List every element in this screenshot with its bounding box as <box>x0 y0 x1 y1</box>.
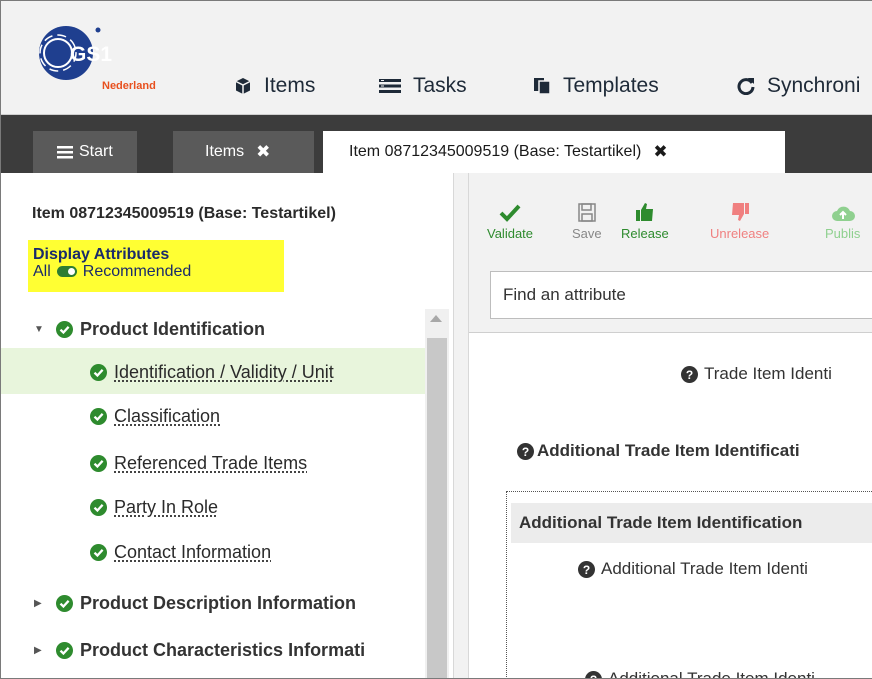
nav-tasks[interactable]: Tasks <box>379 71 467 101</box>
caret-right-icon[interactable]: ▶ <box>34 645 48 656</box>
tab-items[interactable]: Items ✖ <box>173 131 314 173</box>
tree-item-party-in-role[interactable]: Party In Role <box>90 492 218 522</box>
svg-text:?: ? <box>590 673 597 679</box>
tree-item-label[interactable]: Identification / Validity / Unit <box>114 362 334 383</box>
svg-text:?: ? <box>686 368 693 382</box>
caret-down-icon[interactable]: ▼ <box>34 324 48 335</box>
publish-label: Publis <box>825 226 861 241</box>
nav-templates[interactable]: Templates <box>533 71 659 101</box>
nav-tasks-label: Tasks <box>413 74 467 97</box>
thumbs-down-icon <box>731 203 749 221</box>
tree-node-label: Product Characteristics Informati <box>80 639 366 660</box>
field-additional-trade-item-identification-type: ? Additional Trade Item Identi <box>578 559 808 579</box>
save-label: Save <box>572 226 602 241</box>
field-additional-trade-item-identification-value: ? Additional Trade Item Identi <box>585 669 815 679</box>
tree-item-classification[interactable]: Classification <box>90 401 220 431</box>
top-navigation: GS1 Nederland Items Tasks Templates Sync… <box>1 1 872 115</box>
check-circle-icon <box>90 498 107 516</box>
gs1-logo: GS1 Nederland <box>39 26 156 92</box>
logo-subtext: Nederland <box>102 80 156 92</box>
tab-item-detail-label: Item 08712345009519 (Base: Testartikel) <box>349 143 642 160</box>
field-label-text: Additional Trade Item Identi <box>608 669 815 679</box>
option-recommended[interactable]: Recommended <box>83 263 192 280</box>
option-all[interactable]: All <box>33 263 51 280</box>
save-button[interactable]: Save <box>572 196 602 241</box>
svg-text:?: ? <box>583 563 590 577</box>
close-icon[interactable]: ✖ <box>256 142 270 162</box>
tree-node-product-identification[interactable]: ▼ Product Identification <box>34 314 265 344</box>
check-circle-icon <box>90 407 107 425</box>
list-icon <box>379 79 401 93</box>
check-circle-icon <box>90 363 107 381</box>
group-header[interactable]: Additional Trade Item Identification <box>511 503 872 543</box>
tree-item-label[interactable]: Classification <box>114 406 220 427</box>
display-attributes-panel: Display Attributes All Recommended <box>28 240 284 292</box>
field-label-text: Trade Item Identi <box>704 364 832 383</box>
scroll-up-icon[interactable] <box>430 315 442 322</box>
menu-icon <box>57 145 73 158</box>
tree-item-label[interactable]: Contact Information <box>114 542 271 563</box>
item-heading: Item 08712345009519 (Base: Testartikel) <box>32 205 336 222</box>
refresh-icon <box>737 78 755 95</box>
app-window: GS1 Nederland Items Tasks Templates Sync… <box>0 0 872 679</box>
find-attribute-input[interactable] <box>490 271 872 319</box>
nav-synchronisation[interactable]: Synchroni <box>737 71 860 101</box>
tree-node-product-description-information[interactable]: ▶ Product Description Information <box>34 588 356 618</box>
tree-node-label: Product Identification <box>80 318 266 339</box>
tree-node-label: Product Description Information <box>80 592 357 613</box>
validate-button[interactable]: Validate <box>487 196 533 241</box>
tree-item-referenced-trade-items[interactable]: Referenced Trade Items <box>90 448 307 478</box>
nav-items-label: Items <box>264 74 316 97</box>
field-label-text: Additional Trade Item Identificati <box>537 441 800 460</box>
check-circle-icon <box>56 594 73 612</box>
cube-icon <box>235 78 251 94</box>
tree-item-label[interactable]: Party In Role <box>114 497 218 518</box>
cloud-upload-icon <box>831 206 855 221</box>
help-icon[interactable]: ? <box>585 670 602 679</box>
unrelease-label: Unrelease <box>710 226 770 241</box>
help-icon[interactable]: ? <box>578 560 595 578</box>
tab-start[interactable]: Start <box>33 131 137 173</box>
tree-item-identification-validity-unit[interactable]: Identification / Validity / Unit <box>90 357 334 387</box>
tree-scrollbar-thumb[interactable] <box>427 338 447 678</box>
copy-icon <box>534 78 551 95</box>
check-circle-icon <box>56 320 73 338</box>
close-icon[interactable]: ✖ <box>653 142 667 162</box>
check-circle-icon <box>90 543 107 561</box>
tab-start-label: Start <box>79 143 113 160</box>
field-trade-item-identification: ? Trade Item Identi <box>681 364 832 384</box>
tree-item-label[interactable]: Referenced Trade Items <box>114 453 307 474</box>
panel-splitter[interactable] <box>453 173 469 678</box>
nav-items[interactable]: Items <box>234 71 315 101</box>
tree-node-product-characteristics-information[interactable]: ▶ Product Characteristics Informati <box>34 635 365 665</box>
tree-item-contact-information[interactable]: Contact Information <box>90 537 271 567</box>
tab-items-label: Items <box>205 143 245 160</box>
help-icon[interactable]: ? <box>517 442 534 460</box>
validate-label: Validate <box>487 226 534 241</box>
field-additional-trade-item-identification: ? Additional Trade Item Identificati <box>517 441 800 461</box>
caret-right-icon[interactable]: ▶ <box>34 598 48 609</box>
check-circle-icon <box>56 641 73 659</box>
display-attributes-title: Display Attributes <box>33 246 170 263</box>
svg-text:?: ? <box>522 445 529 459</box>
tab-item-detail[interactable]: Item 08712345009519 (Base: Testartikel) … <box>323 131 785 173</box>
unrelease-button[interactable]: Unrelease <box>710 196 769 241</box>
publish-button[interactable]: Publis <box>825 196 860 241</box>
display-attributes-switch: All Recommended <box>33 263 284 280</box>
nav-templates-label: Templates <box>563 74 659 97</box>
help-icon[interactable]: ? <box>681 365 698 383</box>
nav-synchronisation-label: Synchroni <box>767 74 861 97</box>
logo-text: GS1 <box>70 43 112 66</box>
release-button[interactable]: Release <box>621 196 669 241</box>
field-label-text: Additional Trade Item Identi <box>601 559 808 578</box>
check-circle-icon <box>90 454 107 472</box>
save-icon <box>578 203 596 222</box>
release-label: Release <box>621 226 669 241</box>
display-toggle[interactable] <box>56 266 77 277</box>
check-icon <box>499 204 521 222</box>
thumbs-up-icon <box>635 203 653 221</box>
